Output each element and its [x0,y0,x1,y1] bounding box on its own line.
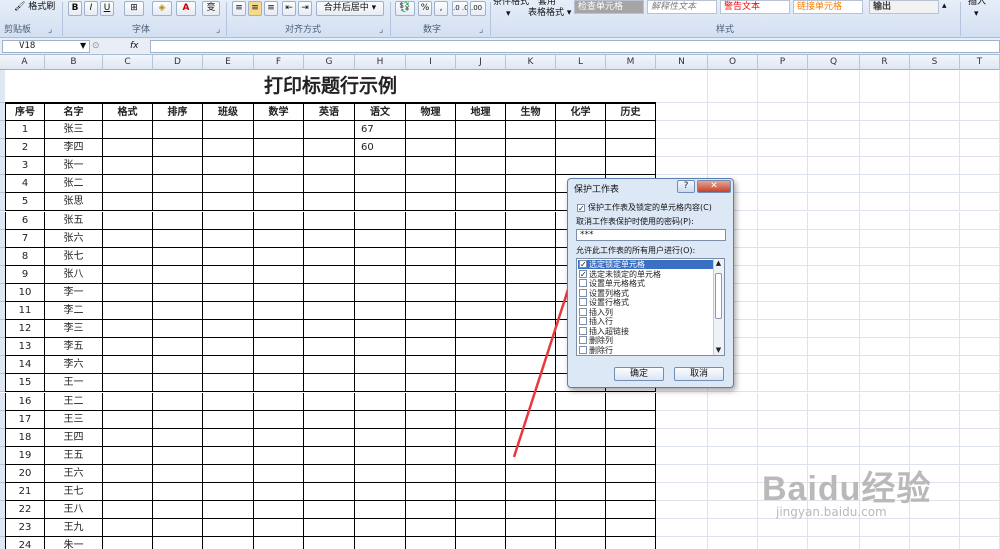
permission-item[interactable]: 设置列格式 [578,288,714,298]
permission-checkbox[interactable]: ✓ [579,269,587,278]
permission-checkbox[interactable] [579,345,587,354]
permission-label: 设置行格式 [589,298,629,307]
permission-item[interactable]: 设置单元格格式 [578,279,714,288]
dialog-title: 保护工作表 [574,185,620,195]
watermark: Baidu经验 jingyan.baidu.com [762,443,962,543]
ok-button[interactable]: 确定 [614,367,664,381]
cancel-button[interactable]: 取消 [674,367,724,381]
password-label: 取消工作表保护时使用的密码(P): [576,217,694,226]
watermark-url: jingyan.baidu.com [776,505,887,519]
permissions-scrollbar[interactable]: ▲ ▼ [713,259,724,355]
permission-label: 设置单元格格式 [589,279,645,288]
permission-checkbox[interactable] [579,326,587,335]
permission-label: 插入超链接 [589,326,629,336]
permission-label: 设置列格式 [589,288,629,298]
permission-label: 选定锁定单元格 [589,260,645,269]
protect-sheet-checkbox[interactable]: ✓ [577,204,585,213]
help-button[interactable]: ? [677,180,695,193]
permission-item[interactable]: 插入超链接 [578,326,714,336]
permission-label: 删除列 [589,336,613,345]
password-input[interactable]: *** [576,229,726,241]
permission-item[interactable]: 插入行 [578,317,714,326]
permission-checkbox[interactable] [579,307,587,316]
allow-users-label: 允许此工作表的所有用户进行(O): [576,246,696,255]
permission-item[interactable]: 删除行 [578,345,714,355]
permission-checkbox[interactable] [579,336,587,344]
permission-checkbox[interactable] [579,279,587,287]
permission-label: 选定未锁定的单元格 [589,269,661,279]
permission-item[interactable]: ✓ 选定锁定单元格 [578,260,714,269]
watermark-brand: Baidu经验 [762,470,932,508]
permission-checkbox[interactable] [579,298,587,306]
scroll-down-icon[interactable]: ▼ [714,346,723,355]
permissions-list[interactable]: ✓ 选定锁定单元格 ✓ 选定未锁定的单元格 设置单元格格式 设置列格式 设置行格式 插入列 插入… [576,258,725,356]
scroll-up-icon[interactable]: ▲ [714,259,723,268]
permission-item[interactable]: 设置行格式 [578,298,714,307]
protect-sheet-dialog: 保护工作表 ? ✕ ✓ 保护工作表及锁定的单元格内容(C) 取消工作表保护时使用… [567,178,734,388]
close-button[interactable]: ✕ [697,180,731,193]
protect-sheet-label: 保护工作表及锁定的单元格内容(C) [588,203,712,212]
permission-item[interactable]: ✓ 选定未锁定的单元格 [578,269,714,279]
permission-item[interactable]: 插入列 [578,307,714,317]
permission-label: 插入行 [589,317,613,326]
permission-label: 插入列 [589,307,613,317]
permission-checkbox[interactable] [579,288,587,297]
permission-item[interactable]: 删除列 [578,336,714,345]
permission-checkbox[interactable]: ✓ [579,260,587,269]
permission-checkbox[interactable] [579,317,587,325]
permission-label: 删除行 [589,345,613,355]
scroll-thumb[interactable] [715,273,722,319]
